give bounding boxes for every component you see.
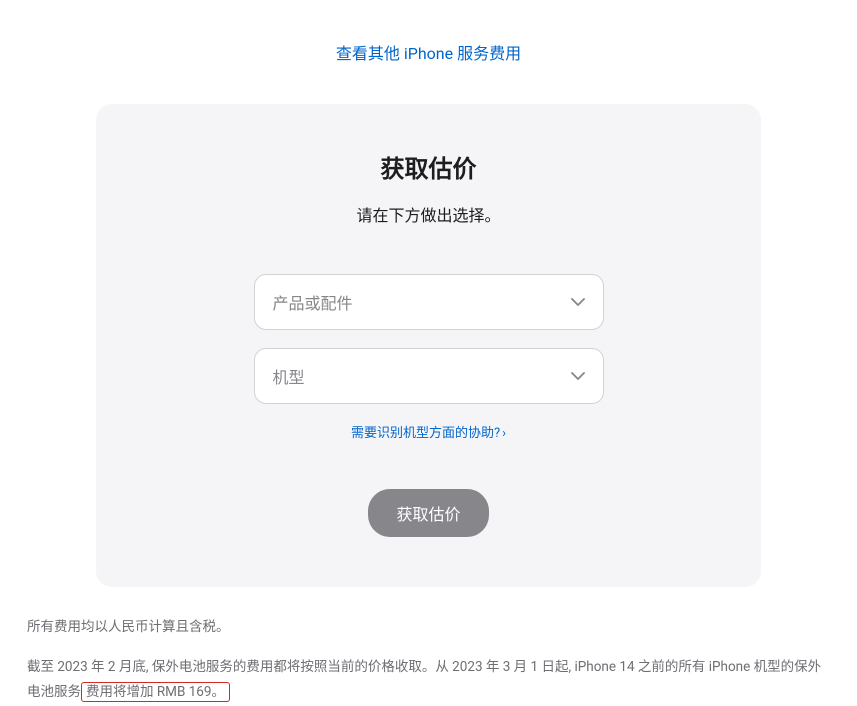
product-select-wrapper: 产品或配件 [254,274,604,330]
card-subtitle: 请在下方做出选择。 [136,202,721,226]
card-title: 获取估价 [136,149,721,184]
model-select-placeholder: 机型 [273,364,305,388]
footer-notes: 所有费用均以人民币计算且含税。 截至 2023 年 2 月底, 保外电池服务的费… [17,615,840,706]
model-select[interactable]: 机型 [254,348,604,404]
footer-line-2: 截至 2023 年 2 月底, 保外电池服务的费用都将按照当前的价格收取。从 2… [27,655,830,706]
help-link-container: 需要识别机型方面的协助?› [136,422,721,441]
footer-line-1: 所有费用均以人民币计算且含税。 [27,615,830,641]
help-link-text: 需要识别机型方面的协助? [351,426,500,441]
chevron-down-icon [571,298,585,306]
chevron-down-icon [571,372,585,380]
price-increase-highlight: 费用将增加 RMB 169。 [81,682,230,702]
product-select-placeholder: 产品或配件 [273,290,353,314]
get-estimate-button[interactable]: 获取估价 [368,489,488,537]
chevron-right-icon: › [502,426,506,441]
model-select-wrapper: 机型 [254,348,604,404]
estimate-card: 获取估价 请在下方做出选择。 产品或配件 机型 需要识别机型方面的协助?› 获取… [96,104,761,587]
product-select[interactable]: 产品或配件 [254,274,604,330]
top-link-container: 查看其他 iPhone 服务费用 [0,40,857,64]
view-other-services-link[interactable]: 查看其他 iPhone 服务费用 [336,44,521,63]
identify-model-help-link[interactable]: 需要识别机型方面的协助?› [351,426,506,441]
